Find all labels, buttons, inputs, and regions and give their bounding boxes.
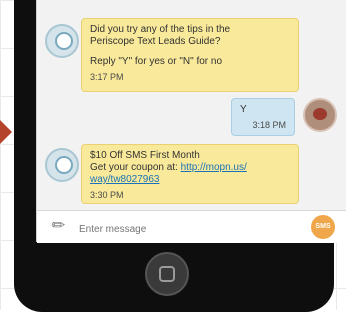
message-text: Get your coupon at: xyxy=(90,162,178,173)
user-avatar-icon xyxy=(303,98,337,132)
message-text: Reply "Y" for yes or "N" for no xyxy=(90,56,223,67)
send-button[interactable]: SMS xyxy=(311,215,335,239)
paperclip-icon[interactable]: ✐ xyxy=(45,215,70,240)
incoming-message-bubble: Did you try any of the tips in the Peris… xyxy=(81,18,299,92)
message-composer: ✐ SMS xyxy=(37,210,346,243)
message-timestamp: 3:17 PM xyxy=(90,72,124,82)
incoming-message-bubble: $10 Off SMS First Month Get your coupon … xyxy=(81,144,299,204)
home-button[interactable] xyxy=(145,252,189,296)
left-arrow-decoration xyxy=(0,120,12,144)
message-text: $10 Off SMS First Month xyxy=(90,150,200,161)
phone-frame: Did you try any of the tips in the Peris… xyxy=(14,0,346,312)
message-input[interactable] xyxy=(77,219,291,239)
message-text: Get your coupon at: http://mopn.us/ xyxy=(90,162,290,174)
message-text: Y xyxy=(240,104,247,115)
contact-avatar-icon xyxy=(45,24,79,58)
coupon-link[interactable]: way/tw8027963 xyxy=(90,174,290,186)
message-text: Did you try any of the tips in the xyxy=(90,24,231,35)
coupon-link[interactable]: http://mopn.us/ xyxy=(181,162,247,173)
message-text: Periscope Text Leads Guide? xyxy=(90,36,221,47)
chat-screen: Did you try any of the tips in the Peris… xyxy=(36,0,346,243)
contact-avatar-icon xyxy=(45,148,79,182)
message-timestamp: 3:18 PM xyxy=(252,120,286,130)
outgoing-message-bubble: Y 3:18 PM xyxy=(231,98,295,136)
message-timestamp: 3:30 PM xyxy=(90,190,124,200)
